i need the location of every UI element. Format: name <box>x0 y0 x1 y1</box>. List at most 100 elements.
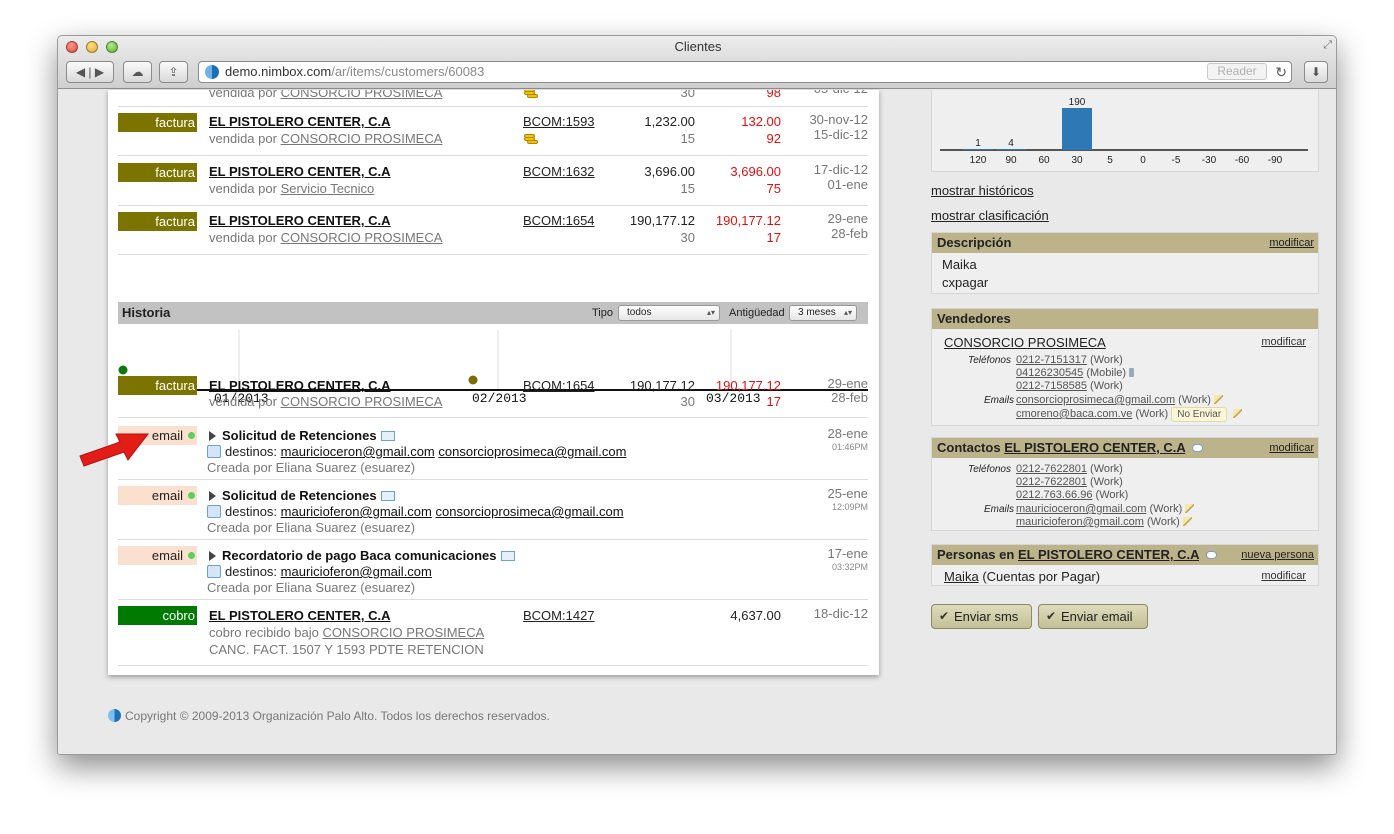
customer-link[interactable]: EL PISTOLERO CENTER, C.A <box>209 378 391 393</box>
expand-triangle-icon[interactable] <box>209 431 216 441</box>
aging-tick-label: -5 <box>1172 155 1181 166</box>
email-row[interactable]: email Solicitud de Retenciones destinos: m… <box>118 480 868 540</box>
descripcion-modificar-link[interactable]: modificar <box>1269 233 1314 253</box>
cobro-line: cobro recibido bajo CONSORCIO PROSIMECA <box>209 625 484 640</box>
forward-icon[interactable]: ▶ <box>95 65 104 79</box>
contactos-company-link[interactable]: EL PISTOLERO CENTER, C.A <box>1004 440 1185 455</box>
email-link[interactable]: consorcioprosimeca@gmail.com <box>1016 394 1175 406</box>
email-link[interactable]: mauricioferon@gmail.com <box>1016 516 1144 528</box>
destination-email-link[interactable]: consorcioprosimeca@gmail.com <box>436 504 624 519</box>
antiguedad-select[interactable]: 3 meses ▴▾ <box>789 305 857 321</box>
reader-button[interactable]: Reader <box>1207 63 1267 80</box>
enviar-sms-button[interactable]: ✔ Enviar sms <box>931 604 1032 629</box>
phone-link[interactable]: 0212-7622801 <box>1016 463 1087 475</box>
invoice-ref-link[interactable]: BCOM:1654 <box>523 213 595 228</box>
edit-pencil-icon[interactable] <box>1213 395 1223 404</box>
history-invoice-row[interactable]: factura EL PISTOLERO CENTER, C.A vendida… <box>118 372 868 418</box>
email-link[interactable]: mauricioceron@gmail.com <box>1016 503 1146 515</box>
invoice-row[interactable]: factura EL PISTOLERO CENTER, C.A vendida p… <box>118 106 868 156</box>
invoice-row[interactable]: factura EL PISTOLERO CENTER, C.A vendida p… <box>118 205 868 255</box>
email-subject-text[interactable]: Solicitud de Retenciones <box>222 428 377 443</box>
invoice-balance: 132.00 <box>741 114 781 129</box>
email-badge: email <box>118 486 197 505</box>
customer-link[interactable]: EL PISTOLERO CENTER, C.A <box>209 114 391 129</box>
email-link[interactable]: cmoreno@baca.com.ve <box>1016 408 1132 420</box>
phone-link[interactable]: 0212-7151317 <box>1016 354 1087 366</box>
phone-link[interactable]: 0212-7158585 <box>1016 380 1087 392</box>
email-type: (Work) <box>1149 503 1183 515</box>
phone-link[interactable]: 0212.763.66.96 <box>1016 489 1092 501</box>
email-subject[interactable]: Recordatorio de pago Baca comunicaciones <box>209 548 515 563</box>
invoice-terms: 15 <box>680 131 695 146</box>
aging-bar[interactable] <box>996 149 1026 150</box>
invoice-ref-link[interactable]: BCOM:1593 <box>523 114 595 129</box>
seller-link[interactable]: CONSORCIO PROSIMECA <box>281 230 443 245</box>
customer-link[interactable]: EL PISTOLERO CENTER, C.A <box>209 608 391 623</box>
contactos-modificar-link[interactable]: modificar <box>1269 438 1314 458</box>
invoice-ref-link[interactable]: BCOM:1654 <box>523 378 595 393</box>
edit-pencil-icon[interactable] <box>1182 517 1192 526</box>
destination-email-link[interactable]: mauricioferon@gmail.com <box>281 564 432 579</box>
persona-link[interactable]: Maika <box>944 569 979 584</box>
enviar-sms-label: Enviar sms <box>954 609 1019 624</box>
phone-type: (Work) <box>1090 476 1123 488</box>
customer-link[interactable]: EL PISTOLERO CENTER, C.A <box>209 213 391 228</box>
customer-link[interactable]: EL PISTOLERO CENTER, C.A <box>209 164 391 179</box>
email-date: 25-ene <box>827 486 868 501</box>
destination-email-link[interactable]: consorcioprosimeca@gmail.com <box>438 444 626 459</box>
enviar-email-button[interactable]: ✔ Enviar email <box>1038 604 1148 629</box>
mostrar-historicos-link[interactable]: mostrar históricos <box>931 183 1034 198</box>
vendedor-modificar-link[interactable]: modificar <box>1261 336 1306 348</box>
nueva-persona-link[interactable]: nueva persona <box>1241 545 1314 565</box>
mostrar-clasificacion-link[interactable]: mostrar clasificación <box>931 208 1049 223</box>
email-destinations: destinos: mauricioceron@gmail.com consor… <box>207 444 626 459</box>
tipo-select[interactable]: todos ▴▾ <box>618 305 720 321</box>
email-row[interactable]: email Recordatorio de pago Baca comunicac… <box>118 540 868 600</box>
email-row[interactable]: email Solicitud de Retenciones destinos: m… <box>118 420 868 480</box>
cobro-seller-link[interactable]: CONSORCIO PROSIMECA <box>322 625 484 640</box>
seller-link[interactable]: Servicio Tecnico <box>281 181 375 196</box>
email-subject[interactable]: Solicitud de Retenciones <box>209 488 395 503</box>
aging-bar[interactable] <box>1062 108 1092 150</box>
edit-pencil-icon[interactable] <box>1233 409 1243 418</box>
descripcion-line: cxpagar <box>942 275 989 290</box>
antiguedad-label: Antigüedad <box>729 307 785 319</box>
back-forward-button[interactable]: ◀ | ▶ <box>66 61 114 83</box>
seller-link[interactable]: CONSORCIO PROSIMECA <box>281 90 443 100</box>
chat-bubble-icon[interactable] <box>1191 444 1203 452</box>
destination-email-link[interactable]: mauricioceron@gmail.com <box>281 444 435 459</box>
invoice-row[interactable]: vendida por CONSORCIO PROSIMECA 30 98 05-di… <box>118 90 868 107</box>
expand-triangle-icon[interactable] <box>209 551 216 561</box>
invoice-row[interactable]: factura EL PISTOLERO CENTER, C.A vendida p… <box>118 156 868 206</box>
persona-modificar-link[interactable]: modificar <box>1261 570 1306 582</box>
seller-link[interactable]: CONSORCIO PROSIMECA <box>281 131 443 146</box>
reload-icon[interactable]: ↻ <box>1275 62 1287 82</box>
aging-bar[interactable] <box>963 149 993 150</box>
personas-company-link[interactable]: EL PISTOLERO CENTER, C.A <box>1018 547 1199 562</box>
cobro-row[interactable]: cobro EL PISTOLERO CENTER, C.A cobro rec… <box>118 600 868 666</box>
icloud-tabs-button[interactable]: ☁ <box>123 61 152 83</box>
invoice-ref-link[interactable]: BCOM:1632 <box>523 164 595 179</box>
phone-entry: 0212-7622801 (Work) <box>1016 463 1123 475</box>
email-subject-text[interactable]: Recordatorio de pago Baca comunicaciones <box>222 548 497 563</box>
vendedor-link[interactable]: CONSORCIO PROSIMECA <box>944 335 1106 350</box>
phone-link[interactable]: 0212-7622801 <box>1016 476 1087 488</box>
expand-triangle-icon[interactable] <box>209 491 216 501</box>
edit-pencil-icon[interactable] <box>1185 504 1195 513</box>
phone-link[interactable]: 04126230545 <box>1016 367 1083 379</box>
chat-bubble-icon[interactable] <box>1205 551 1217 559</box>
downloads-button[interactable]: ⬇ <box>1304 61 1328 83</box>
destination-email-link[interactable]: mauricioferon@gmail.com <box>281 504 432 519</box>
seller-link[interactable]: CONSORCIO PROSIMECA <box>281 394 443 409</box>
email-subject[interactable]: Solicitud de Retenciones <box>209 428 395 443</box>
share-button[interactable]: ⇪ <box>159 61 188 83</box>
cobro-ref-link[interactable]: BCOM:1427 <box>523 608 595 623</box>
select-arrows-icon: ▴▾ <box>843 308 852 317</box>
address-bar[interactable]: demo.nimbox.com/ar/items/customers/60083… <box>198 61 1292 83</box>
vendedor-phones-label: Teléfonos <box>968 355 1011 366</box>
copyright-text: Copyright © 2009-2013 Organización Palo … <box>125 709 550 723</box>
email-subject-text[interactable]: Solicitud de Retenciones <box>222 488 377 503</box>
fullscreen-icon[interactable]: ⤢ <box>1323 39 1332 52</box>
personas-box: Personas en EL PISTOLERO CENTER, C.A nue… <box>931 544 1319 586</box>
back-icon[interactable]: ◀ <box>76 65 85 79</box>
